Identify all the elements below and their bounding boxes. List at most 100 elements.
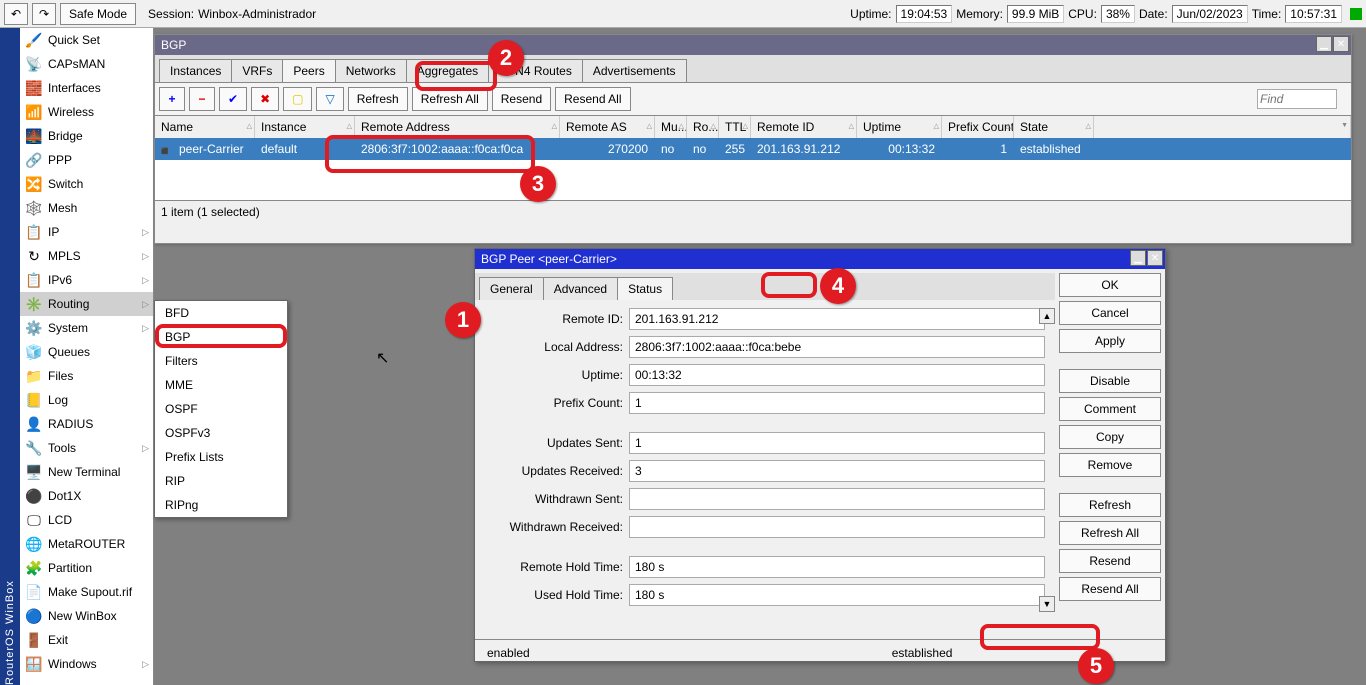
undo-button[interactable]: ↶ <box>4 3 28 25</box>
tab-aggregates[interactable]: Aggregates <box>406 59 489 82</box>
safe-mode-button[interactable]: Safe Mode <box>60 3 136 25</box>
sidebar-item-queues[interactable]: 🧊Queues <box>20 340 153 364</box>
sidebar-item-switch[interactable]: 🔀Switch <box>20 172 153 196</box>
comment-button[interactable]: Comment <box>1059 397 1161 421</box>
sidebar-item-bridge[interactable]: 🌉Bridge <box>20 124 153 148</box>
submenu-item-prefix-lists[interactable]: Prefix Lists <box>155 445 287 469</box>
sidebar-item-ppp[interactable]: 🔗PPP <box>20 148 153 172</box>
sidebar-item-make-supout.rif[interactable]: 📄Make Supout.rif <box>20 580 153 604</box>
sidebar-item-capsman[interactable]: 📡CAPsMAN <box>20 52 153 76</box>
column-header[interactable]: Remote AS <box>560 116 655 138</box>
tab-general[interactable]: General <box>479 277 544 300</box>
redo-button[interactable]: ↷ <box>32 3 56 25</box>
cancel-button[interactable]: Cancel <box>1059 301 1161 325</box>
sidebar-icon: ⚫ <box>26 488 42 504</box>
tab-networks[interactable]: Networks <box>335 59 407 82</box>
copy-button[interactable]: Copy <box>1059 425 1161 449</box>
close-icon[interactable]: ✕ <box>1147 250 1163 266</box>
sidebar-item-exit[interactable]: 🚪Exit <box>20 628 153 652</box>
resend-all-button[interactable]: Resend All <box>1059 577 1161 601</box>
disable-button[interactable]: ✖ <box>251 87 279 111</box>
sidebar-item-mesh[interactable]: 🕸️Mesh <box>20 196 153 220</box>
column-header[interactable]: Uptime <box>857 116 942 138</box>
sidebar-item-radius[interactable]: 👤RADIUS <box>20 412 153 436</box>
tab-peers[interactable]: Peers <box>282 59 335 82</box>
enable-button[interactable]: ✔ <box>219 87 247 111</box>
sidebar-item-interfaces[interactable]: 🧱Interfaces <box>20 76 153 100</box>
resend-button[interactable]: Resend <box>1059 549 1161 573</box>
column-header[interactable]: Name <box>155 116 255 138</box>
sidebar-item-dot1x[interactable]: ⚫Dot1X <box>20 484 153 508</box>
column-header[interactable]: TTL <box>719 116 751 138</box>
submenu-item-rip[interactable]: RIP <box>155 469 287 493</box>
refresh-all-button[interactable]: Refresh All <box>412 87 488 111</box>
column-header-menu[interactable] <box>1094 116 1351 138</box>
sidebar-item-partition[interactable]: 🧩Partition <box>20 556 153 580</box>
refresh-button[interactable]: Refresh <box>1059 493 1161 517</box>
sidebar-item-label: RADIUS <box>48 417 93 431</box>
resend-button[interactable]: Resend <box>492 87 551 111</box>
remove-button[interactable]: − <box>189 87 215 111</box>
minimize-icon[interactable]: ▁ <box>1316 36 1332 52</box>
column-header[interactable]: Ro... <box>687 116 719 138</box>
sidebar-item-label: CAPsMAN <box>48 57 105 71</box>
tab-advertisements[interactable]: Advertisements <box>582 59 687 82</box>
sidebar-item-quick-set[interactable]: 🖌️Quick Set <box>20 28 153 52</box>
refresh-all-button[interactable]: Refresh All <box>1059 521 1161 545</box>
sidebar-item-routing[interactable]: ✳️Routing▷ <box>20 292 153 316</box>
sidebar-item-files[interactable]: 📁Files <box>20 364 153 388</box>
filter-button[interactable]: ▽ <box>316 87 343 111</box>
tab-instances[interactable]: Instances <box>159 59 232 82</box>
sidebar-item-log[interactable]: 📒Log <box>20 388 153 412</box>
tab-advanced[interactable]: Advanced <box>543 277 618 300</box>
tab-status[interactable]: Status <box>617 277 673 300</box>
tab-vrfs[interactable]: VRFs <box>231 59 283 82</box>
sidebar-item-ip[interactable]: 📋IP▷ <box>20 220 153 244</box>
sidebar-item-ipv6[interactable]: 📋IPv6▷ <box>20 268 153 292</box>
comment-button[interactable]: ▢ <box>283 87 312 111</box>
column-header[interactable]: Mu... <box>655 116 687 138</box>
sidebar-item-system[interactable]: ⚙️System▷ <box>20 316 153 340</box>
bgp-table: NameInstanceRemote AddressRemote ASMu...… <box>155 115 1351 200</box>
table-cell: 00:13:32 <box>857 142 942 156</box>
field-value <box>629 488 1045 510</box>
column-header[interactable]: Instance <box>255 116 355 138</box>
sidebar-item-new-terminal[interactable]: 🖥️New Terminal <box>20 460 153 484</box>
submenu-item-mme[interactable]: MME <box>155 373 287 397</box>
refresh-button[interactable]: Refresh <box>348 87 408 111</box>
column-header[interactable]: Remote ID <box>751 116 857 138</box>
table-row[interactable]: peer-Carrierdefault2806:3f7:1002:aaaa::f… <box>155 138 1351 160</box>
field-value <box>629 516 1045 538</box>
sidebar-item-new-winbox[interactable]: 🔵New WinBox <box>20 604 153 628</box>
memory-value: 99.9 MiB <box>1007 5 1064 23</box>
sidebar-item-label: MPLS <box>48 249 81 263</box>
submenu-item-filters[interactable]: Filters <box>155 349 287 373</box>
ok-button[interactable]: OK <box>1059 273 1161 297</box>
field-label: Used Hold Time: <box>479 588 623 602</box>
remove-button[interactable]: Remove <box>1059 453 1161 477</box>
disable-button[interactable]: Disable <box>1059 369 1161 393</box>
sidebar-item-lcd[interactable]: 🖵LCD <box>20 508 153 532</box>
sidebar-item-metarouter[interactable]: 🌐MetaROUTER <box>20 532 153 556</box>
scroll-down-icon[interactable]: ▼ <box>1039 596 1055 612</box>
submenu-item-bfd[interactable]: BFD <box>155 301 287 325</box>
sidebar-item-label: Wireless <box>48 105 94 119</box>
find-input[interactable] <box>1257 89 1337 109</box>
minimize-icon[interactable]: ▁ <box>1130 250 1146 266</box>
scroll-up-icon[interactable]: ▲ <box>1039 308 1055 324</box>
column-header[interactable]: State <box>1014 116 1094 138</box>
submenu-item-ospfv3[interactable]: OSPFv3 <box>155 421 287 445</box>
column-header[interactable]: Prefix Count <box>942 116 1014 138</box>
submenu-item-bgp[interactable]: BGP <box>155 325 287 349</box>
add-button[interactable]: + <box>159 87 185 111</box>
column-header[interactable]: Remote Address <box>355 116 560 138</box>
close-icon[interactable]: ✕ <box>1333 36 1349 52</box>
apply-button[interactable]: Apply <box>1059 329 1161 353</box>
sidebar-item-mpls[interactable]: ↻MPLS▷ <box>20 244 153 268</box>
sidebar-item-tools[interactable]: 🔧Tools▷ <box>20 436 153 460</box>
submenu-item-ripng[interactable]: RIPng <box>155 493 287 517</box>
sidebar-item-wireless[interactable]: 📶Wireless <box>20 100 153 124</box>
sidebar-item-windows[interactable]: 🪟Windows▷ <box>20 652 153 676</box>
resend-all-button[interactable]: Resend All <box>555 87 630 111</box>
submenu-item-ospf[interactable]: OSPF <box>155 397 287 421</box>
